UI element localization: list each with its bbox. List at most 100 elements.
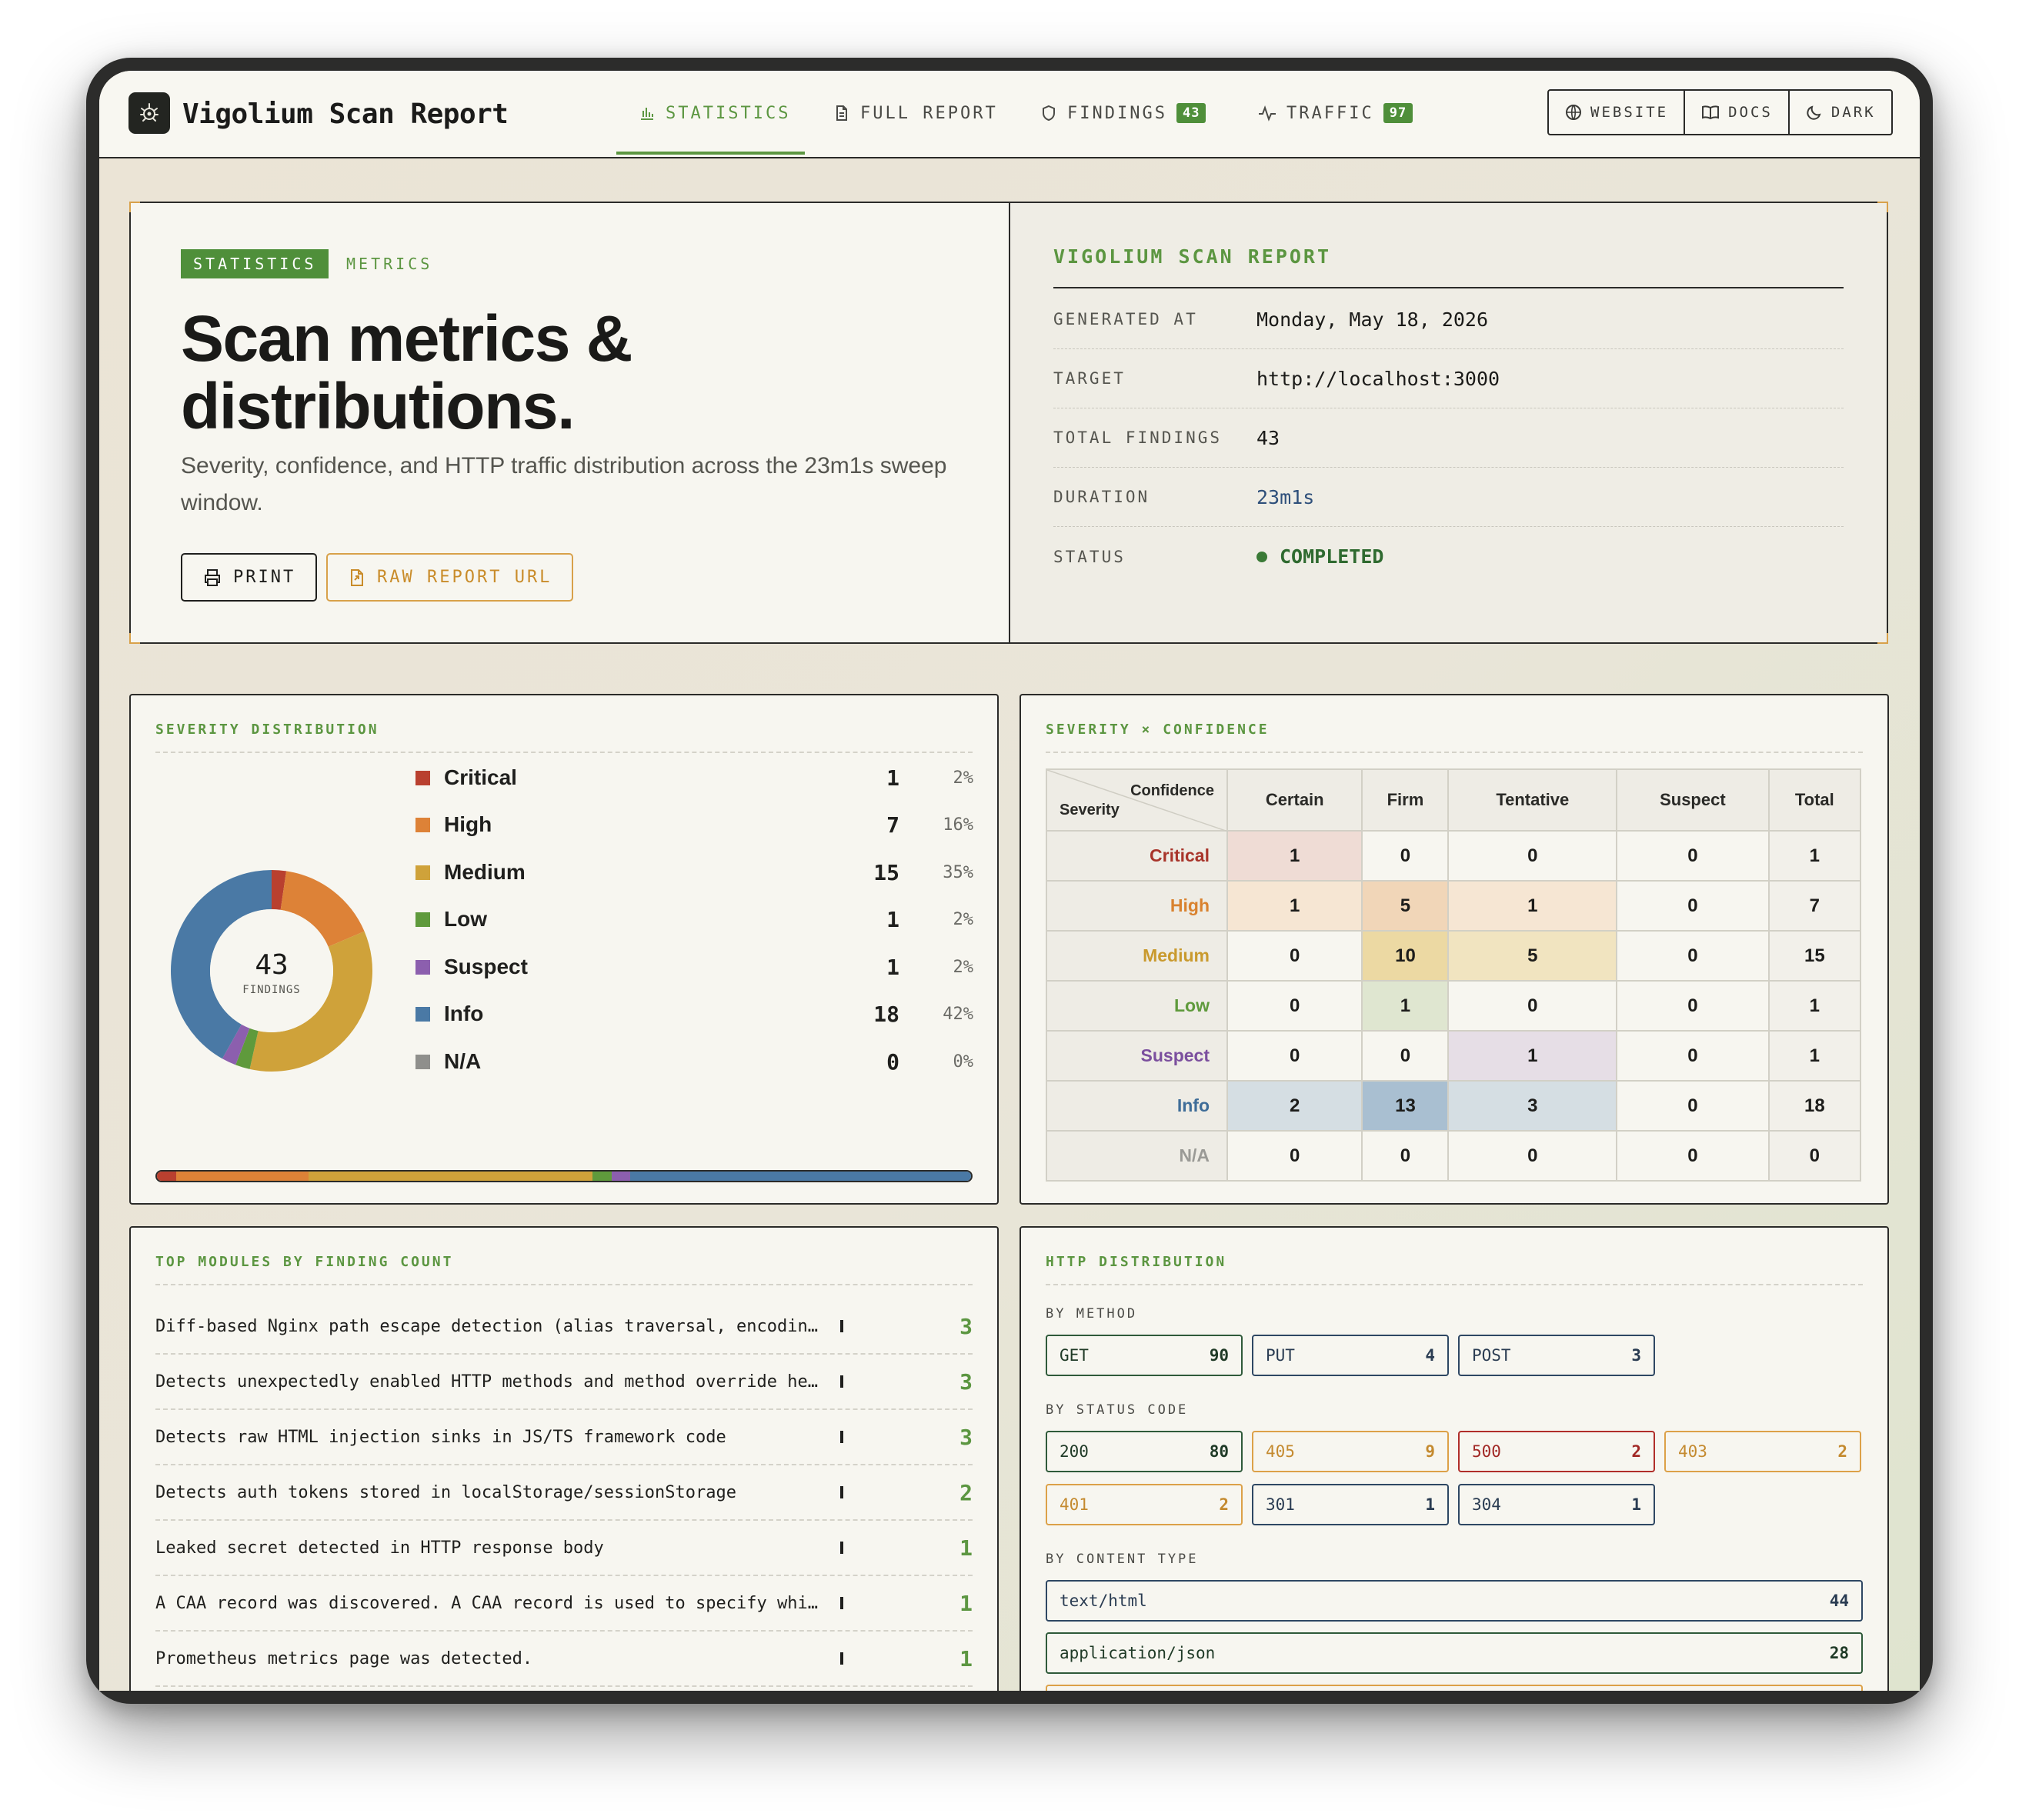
module-count: 1 <box>959 1590 973 1616</box>
matrix-cell: 1 <box>1447 1030 1618 1082</box>
hero-intro: STATISTICS METRICS Scan metrics & distri… <box>131 203 1010 642</box>
severity-stacked-bar <box>155 1170 973 1182</box>
matrix-cell: 1 <box>1361 980 1450 1032</box>
chip-label: 304 <box>1472 1495 1501 1514</box>
legend-name: Info <box>444 1002 484 1025</box>
legend-count: 15 <box>873 859 899 885</box>
tab-traffic-label: TRAFFIC <box>1286 103 1374 123</box>
row-label: N/A <box>1046 1130 1228 1182</box>
print-button[interactable]: PRINT <box>181 553 318 602</box>
chip-count: 1 <box>1631 1495 1641 1514</box>
top-navbar: Vigolium Scan Report STATISTICS FULL REP… <box>99 71 1920 158</box>
chip-count: 1 <box>1425 1495 1435 1514</box>
module-row[interactable]: Prometheus metrics page was detected. 1 <box>155 1632 973 1687</box>
matrix-row: High 1 5 1 0 7 <box>1046 880 1862 932</box>
stacked-segment-info <box>630 1172 971 1181</box>
chip-count: 2 <box>1219 1495 1229 1514</box>
method-chip: GET 90 <box>1046 1335 1243 1376</box>
legend-percent: 2% <box>953 909 974 929</box>
severity-legend-row: Critical 1 2% <box>415 762 973 793</box>
status-value: COMPLETED <box>1280 545 1384 568</box>
module-row[interactable]: Detects raw HTML injection sinks in JS/T… <box>155 1410 973 1465</box>
card-title: SEVERITY × CONFIDENCE <box>1046 722 1270 738</box>
module-row[interactable]: Detects unexpectedly enabled HTTP method… <box>155 1355 973 1410</box>
file-link-icon <box>351 568 363 586</box>
module-name: Detects auth tokens stored in localStora… <box>155 1482 736 1502</box>
app-screen: Vigolium Scan Report STATISTICS FULL REP… <box>99 71 1920 1691</box>
meta-key: TOTAL FINDINGS <box>1053 428 1223 447</box>
dark-mode-toggle[interactable]: DARK <box>1790 91 1891 134</box>
legend-count: 1 <box>886 906 899 932</box>
matrix-cell: 0 <box>1616 1130 1770 1182</box>
matrix-cell: 0 <box>1361 1030 1450 1082</box>
matrix-cell: 10 <box>1361 930 1450 982</box>
legend-swatch <box>415 865 430 880</box>
status-chip: 403 2 <box>1664 1431 1861 1472</box>
stacked-segment-critical <box>157 1172 176 1181</box>
module-row[interactable]: Diff-based Nginx path escape detection (… <box>155 1299 973 1355</box>
status-dot-icon <box>1256 551 1267 562</box>
stacked-segment-low <box>592 1172 612 1181</box>
by-content-label: BY CONTENT TYPE <box>1046 1552 1199 1567</box>
matrix-row: Info 2 13 3 0 18 <box>1046 1080 1862 1132</box>
legend-count: 0 <box>886 1048 899 1075</box>
active-tab-indicator <box>616 152 805 155</box>
book-icon <box>1702 105 1720 120</box>
matrix-cell: 0 <box>1616 830 1770 882</box>
matrix-cell: 0 <box>1616 980 1770 1032</box>
activity-icon <box>1259 105 1276 122</box>
tab-findings[interactable]: FINDINGS 43 <box>1040 100 1206 126</box>
docs-button[interactable]: DOCS <box>1685 91 1790 134</box>
module-row[interactable]: A CAA record was discovered. A CAA recor… <box>155 1576 973 1632</box>
matrix-cell: 3 <box>1447 1080 1618 1132</box>
tab-traffic[interactable]: TRAFFIC 97 <box>1257 100 1413 126</box>
http-distribution-card: HTTP DISTRIBUTION BY METHOD GET 90 PUT 4 P… <box>1020 1226 1889 1691</box>
meta-value: http://localhost:3000 <box>1256 367 1500 390</box>
chip-label: 301 <box>1266 1495 1295 1514</box>
legend-count: 7 <box>886 812 899 838</box>
legend-count: 1 <box>886 765 899 791</box>
legend-name: N/A <box>444 1049 482 1073</box>
print-label: PRINT <box>233 568 296 587</box>
matrix-cell: 0 <box>1767 1130 1862 1182</box>
severity-legend-row: Medium 15 35% <box>415 857 973 888</box>
content-type-label: text/html <box>1060 1592 1147 1610</box>
website-button[interactable]: WEBSITE <box>1549 91 1686 134</box>
moon-icon <box>1807 105 1821 120</box>
diagonal-divider <box>1047 770 1228 832</box>
matrix-cell: 1 <box>1767 980 1862 1032</box>
metrics-label: METRICS <box>346 255 433 273</box>
donut-total: 43 <box>255 949 289 981</box>
page-subtitle: Severity, confidence, and HTTP traffic d… <box>181 453 947 515</box>
legend-swatch <box>415 817 430 832</box>
chip-count: 90 <box>1209 1346 1229 1365</box>
row-label: Low <box>1046 980 1228 1032</box>
meta-row-total: TOTAL FINDINGS 43 <box>1053 408 1844 468</box>
severity-legend-row: Info 18 42% <box>415 998 973 1029</box>
chip-label: 500 <box>1472 1442 1501 1461</box>
module-row[interactable]: Detects auth tokens stored in localStora… <box>155 1465 973 1521</box>
module-count: 1 <box>959 1645 973 1672</box>
donut-total-label: FINDINGS <box>242 984 301 996</box>
tab-full-report[interactable]: FULL REPORT <box>833 100 998 126</box>
meta-row-target: TARGET http://localhost:3000 <box>1053 349 1844 408</box>
matrix-cell: 1 <box>1767 1030 1862 1082</box>
matrix-cell: 1 <box>1447 880 1618 932</box>
legend-name: Suspect <box>444 955 528 978</box>
raw-report-url-button[interactable]: RAW REPORT URL <box>326 553 574 602</box>
meta-title: VIGOLIUM SCAN REPORT <box>1053 245 1332 268</box>
row-label: Info <box>1046 1080 1228 1132</box>
chip-label: 200 <box>1060 1442 1089 1461</box>
confidence-axis-label: Confidence <box>1130 782 1214 799</box>
matrix-cell: 5 <box>1361 880 1450 932</box>
meta-value: Monday, May 18, 2026 <box>1256 308 1489 331</box>
matrix-cell: 5 <box>1447 930 1618 982</box>
tab-statistics[interactable]: STATISTICS <box>638 100 790 126</box>
row-label: High <box>1046 880 1228 932</box>
module-row[interactable]: Leaked secret detected in HTTP response … <box>155 1521 973 1576</box>
row-label: Suspect <box>1046 1030 1228 1082</box>
meta-row-duration: DURATION 23m1s <box>1053 468 1844 527</box>
by-method-label: BY METHOD <box>1046 1306 1138 1322</box>
matrix-row: Suspect 0 0 1 0 1 <box>1046 1030 1862 1082</box>
stacked-segment-medium <box>308 1172 592 1181</box>
